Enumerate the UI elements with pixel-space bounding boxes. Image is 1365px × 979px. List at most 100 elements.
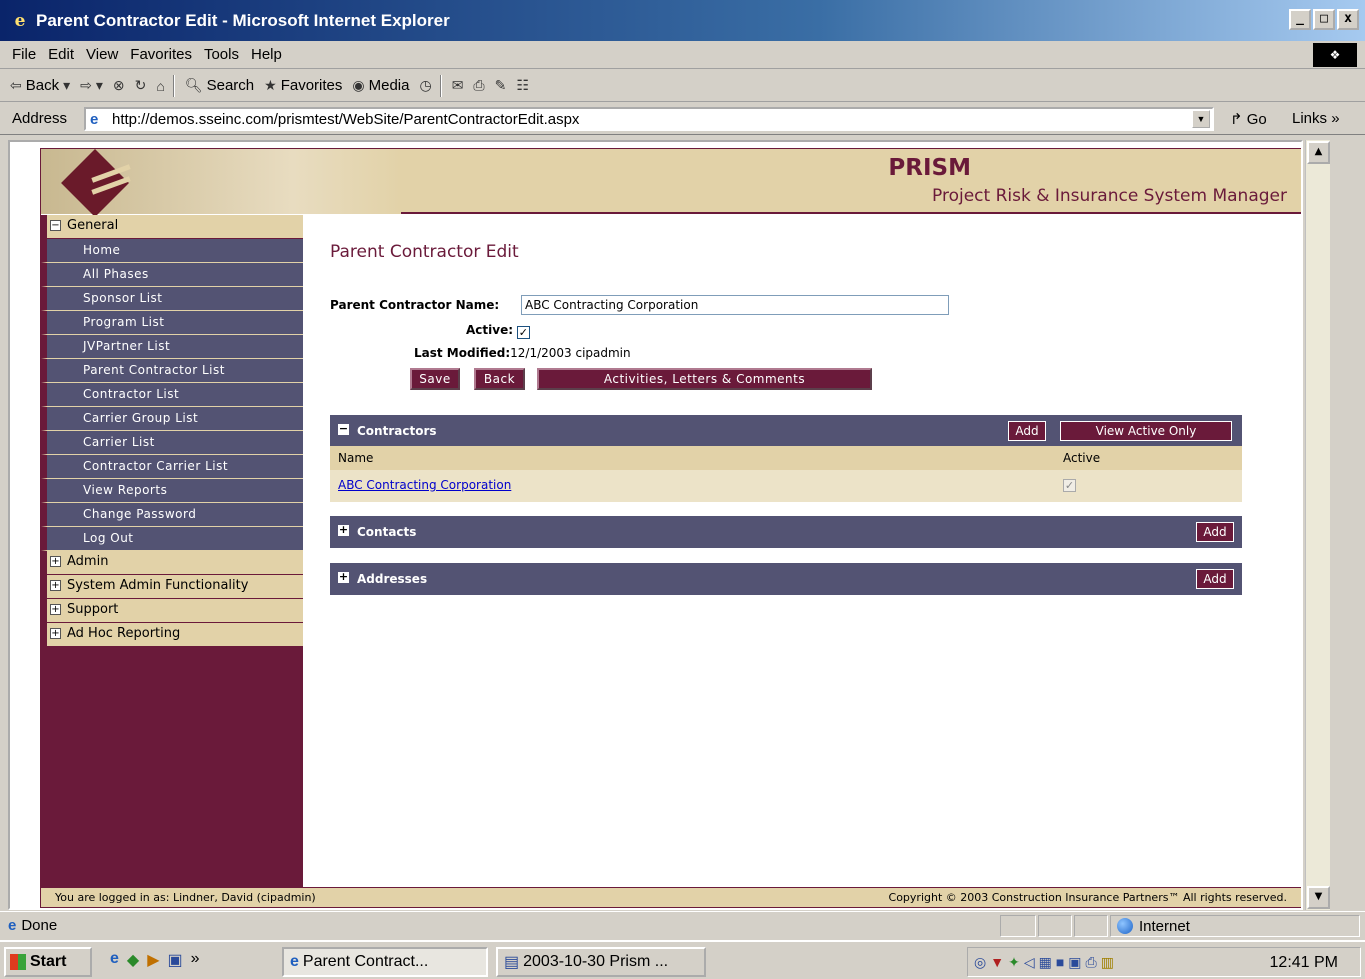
contractors-panel-header: − Contractors Add View Active Only	[330, 415, 1242, 447]
start-button[interactable]: Start	[4, 947, 92, 977]
app-quicklaunch-icon[interactable]: ◆	[127, 950, 139, 970]
edit-icon: ✎	[494, 77, 507, 93]
display-icon[interactable]: ■	[1056, 954, 1064, 971]
go-arrow-icon: ↱	[1230, 111, 1243, 128]
sidebar-group-system-admin[interactable]: + System Admin Functionality	[41, 575, 303, 599]
maximize-button[interactable]: □	[1313, 9, 1335, 30]
sidebar-item-jvpartner-list[interactable]: JVPartner List	[41, 335, 303, 359]
back-button-page[interactable]: Back	[474, 368, 525, 390]
sidebar-item-log-out[interactable]: Log Out	[41, 527, 303, 551]
network-icon[interactable]: ▦	[1039, 954, 1052, 971]
history-button[interactable]: ◷	[419, 77, 431, 94]
active-label: Active:	[466, 323, 514, 337]
search-button[interactable]: 🔍︎ Search	[185, 77, 254, 94]
menu-help[interactable]: Help	[251, 46, 282, 63]
tray-folder-icon[interactable]: ▥	[1101, 954, 1114, 971]
dropdown-icon: ▾	[63, 77, 71, 93]
activities-letters-comments-button[interactable]: Activities, Letters & Comments	[537, 368, 872, 390]
forward-arrow-icon: ⇨	[80, 77, 92, 93]
chevron-right-icon[interactable]: »	[191, 950, 200, 970]
scroll-up-icon[interactable]: ▲	[1307, 141, 1330, 164]
media-button[interactable]: ◉ Media	[352, 77, 409, 94]
window-title: Parent Contractor Edit - Microsoft Inter…	[36, 10, 450, 30]
view-active-only-button[interactable]: View Active Only	[1060, 421, 1232, 441]
save-button[interactable]: Save	[410, 368, 460, 390]
chevron-right-icon: »	[1331, 110, 1340, 127]
search-icon: 🔍︎	[184, 77, 203, 93]
mail-button[interactable]: ✉	[452, 77, 464, 94]
address-input[interactable]: e http://demos.sseinc.com/prismtest/WebS…	[84, 107, 1214, 131]
collapse-icon: −	[50, 220, 61, 231]
menu-view[interactable]: View	[86, 46, 118, 63]
tray-shield-icon[interactable]: ▼	[990, 954, 1004, 971]
close-button[interactable]: x	[1337, 9, 1359, 30]
sidebar-item-contractor-carrier-list[interactable]: Contractor Carrier List	[41, 455, 303, 479]
add-address-button[interactable]: Add	[1196, 569, 1234, 589]
go-button[interactable]: ↱ Go	[1230, 110, 1267, 128]
sidebar-item-contractor-list[interactable]: Contractor List	[41, 383, 303, 407]
sidebar-group-ad-hoc-reporting[interactable]: + Ad Hoc Reporting	[41, 623, 303, 647]
parent-contractor-name-input[interactable]: ABC Contracting Corporation	[521, 295, 949, 315]
printer-icon[interactable]: ⎙	[1086, 954, 1097, 971]
edit-page-button[interactable]: ✎	[495, 77, 507, 94]
sidebar-item-home[interactable]: Home	[41, 239, 303, 263]
taskbar: Start e ◆ ▶ ▣ » e Parent Contract... ▤ 2…	[0, 940, 1365, 979]
sidebar-item-all-phases[interactable]: All Phases	[41, 263, 303, 287]
add-contact-button[interactable]: Add	[1196, 522, 1234, 542]
contractor-name-link[interactable]: ABC Contracting Corporation	[338, 478, 511, 492]
address-dropdown-button[interactable]: ▼	[1192, 110, 1210, 128]
internet-globe-icon	[1117, 918, 1133, 934]
system-tray: ◎ ▼ ✦ ◁ ▦ ■ ▣ ⎙ ▥ 12:41 PM	[967, 947, 1361, 977]
stop-button[interactable]: ⊗	[113, 77, 125, 94]
tray-search-icon[interactable]: ◎	[974, 954, 986, 971]
sidebar-item-carrier-group-list[interactable]: Carrier Group List	[41, 407, 303, 431]
menu-bar: File Edit View Favorites Tools Help ❖	[0, 41, 1365, 69]
column-active: Active	[1063, 451, 1101, 465]
outlook-quicklaunch-icon[interactable]: ▣	[168, 950, 183, 970]
volume-icon[interactable]: ◁	[1024, 954, 1035, 971]
sidebar-group-admin[interactable]: + Admin	[41, 551, 303, 575]
sidebar-item-change-password[interactable]: Change Password	[41, 503, 303, 527]
media-quicklaunch-icon[interactable]: ▶	[147, 950, 159, 970]
links-button[interactable]: Links »	[1292, 110, 1340, 127]
scroll-down-icon[interactable]: ▼	[1307, 886, 1330, 909]
quick-launch: e ◆ ▶ ▣ »	[110, 950, 200, 970]
expand-icon[interactable]: +	[338, 524, 349, 536]
taskbar-item-ie[interactable]: e Parent Contract...	[282, 947, 488, 977]
menu-edit[interactable]: Edit	[48, 46, 74, 63]
sidebar-item-view-reports[interactable]: View Reports	[41, 479, 303, 503]
print-button[interactable]: ⎙	[473, 77, 484, 94]
title-bar: e Parent Contractor Edit - Microsoft Int…	[0, 0, 1365, 41]
ie-quicklaunch-icon[interactable]: e	[110, 950, 119, 970]
sidebar-item-carrier-list[interactable]: Carrier List	[41, 431, 303, 455]
tray-monitor-icon[interactable]: ▣	[1068, 954, 1081, 971]
vertical-scrollbar[interactable]: ▲ ▼	[1305, 140, 1330, 910]
back-arrow-icon: ⇦	[10, 77, 22, 93]
sidebar-item-parent-contractor-list[interactable]: Parent Contractor List	[41, 359, 303, 383]
sidebar-item-sponsor-list[interactable]: Sponsor List	[41, 287, 303, 311]
menu-file[interactable]: File	[12, 46, 36, 63]
discuss-button[interactable]: ☷	[516, 77, 529, 94]
menu-tools[interactable]: Tools	[204, 46, 239, 63]
refresh-button[interactable]: ↻	[135, 77, 147, 94]
address-url: http://demos.sseinc.com/prismtest/WebSit…	[112, 110, 580, 128]
tray-app-icon[interactable]: ✦	[1008, 954, 1020, 971]
sidebar-group-support[interactable]: + Support	[41, 599, 303, 623]
favorites-button[interactable]: ★ Favorites	[264, 77, 342, 94]
expand-icon[interactable]: +	[338, 571, 349, 583]
minimize-button[interactable]: _	[1289, 9, 1311, 30]
sidebar-item-program-list[interactable]: Program List	[41, 311, 303, 335]
home-button[interactable]: ⌂	[156, 78, 164, 94]
favorites-icon: ★	[264, 77, 277, 93]
brand-subtitle: Project Risk & Insurance System Manager	[932, 186, 1287, 206]
active-checkbox[interactable]: ✓	[516, 326, 530, 339]
back-button[interactable]: ⇦ Back ▾	[10, 77, 70, 94]
status-text: Done	[21, 917, 58, 934]
collapse-icon[interactable]: −	[338, 423, 349, 435]
forward-button[interactable]: ⇨ ▾	[80, 77, 103, 94]
page-icon: e	[90, 111, 99, 128]
menu-favorites[interactable]: Favorites	[130, 46, 192, 63]
sidebar-group-general[interactable]: − General	[41, 215, 303, 239]
add-contractor-button[interactable]: Add	[1008, 421, 1046, 441]
taskbar-item-word[interactable]: ▤ 2003-10-30 Prism ...	[496, 947, 706, 977]
